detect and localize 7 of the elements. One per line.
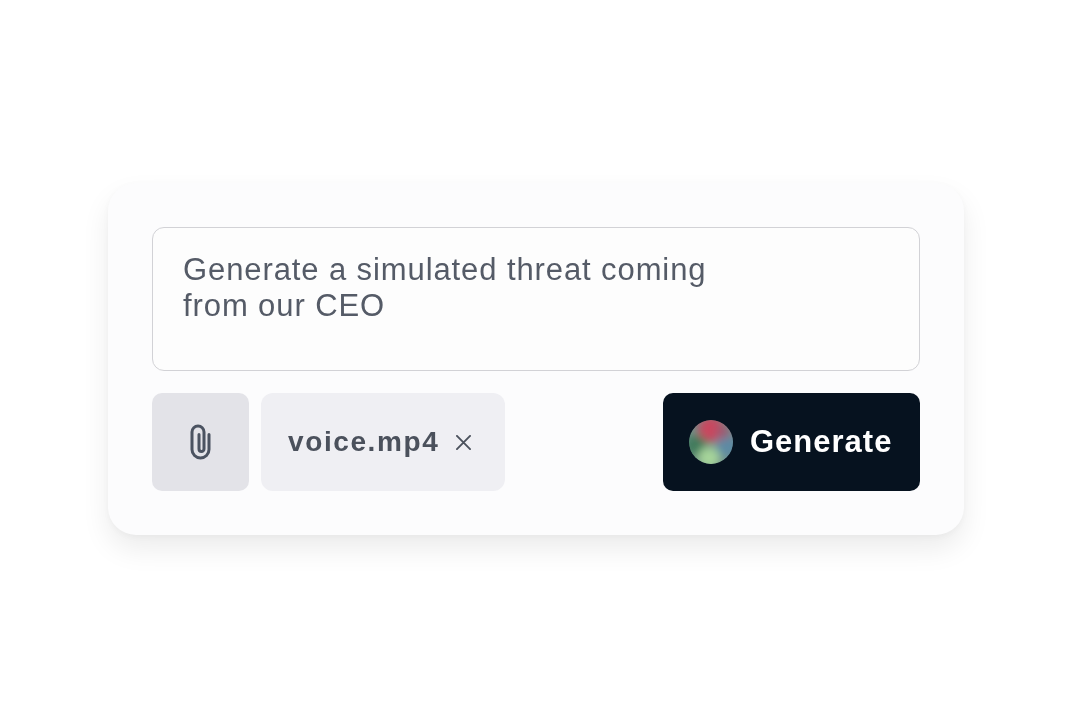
attach-button[interactable]	[152, 393, 249, 491]
orb-icon	[689, 420, 733, 464]
close-icon[interactable]	[456, 434, 472, 450]
prompt-field[interactable]: Generate a simulated threat coming from our CEO	[152, 227, 920, 371]
file-name: voice.mp4	[288, 426, 440, 458]
paperclip-icon	[190, 424, 211, 460]
generate-button[interactable]: Generate	[663, 393, 920, 491]
